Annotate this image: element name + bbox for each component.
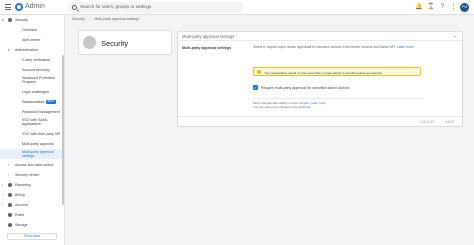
chevron-right-icon: › [8, 173, 10, 177]
sidebar-item-billing[interactable]: › Billing [0, 193, 63, 197]
sidebar-item-authentication[interactable]: ▾ Authentication [0, 48, 63, 52]
learn-more-link[interactable]: Learn more [397, 45, 414, 49]
chevron-right-icon: › [8, 163, 10, 167]
sidebar-item-reporting[interactable]: › Reporting [0, 183, 63, 187]
sidebar-item-sso-saml-2[interactable]: applications [0, 122, 63, 126]
sidebar-item-multi-party-approval[interactable]: Multi-party approval [0, 142, 63, 146]
change-note: Most changes take effect in a few minute… [253, 98, 423, 109]
cancel-button[interactable]: CANCEL [420, 120, 435, 124]
show-less-button[interactable]: Show less [7, 233, 57, 240]
sidebar-item-overview[interactable]: Overview [0, 28, 63, 32]
sidebar-item-mpa-settings[interactable]: Multi-party approval settings [0, 149, 63, 159]
avatar[interactable]: PM [460, 3, 469, 12]
menu-icon[interactable] [5, 4, 11, 10]
top-bar: Admin Search for users, groups or settin… [0, 0, 474, 15]
panel-header[interactable]: Multi-party approval settings ︿ [178, 32, 462, 41]
apps-icon[interactable]: ⋮ [450, 4, 457, 11]
search-icon[interactable] [72, 4, 77, 10]
billing-icon [8, 193, 12, 197]
require-approval-checkbox[interactable]: ✓ [253, 85, 258, 90]
breadcrumb-security[interactable]: Security [72, 17, 85, 21]
sidebar-item-2sv[interactable]: 2-step verification [0, 58, 63, 62]
storage-icon [8, 223, 12, 227]
learn-more-link-2[interactable]: Learn more [311, 101, 326, 105]
security-card: Security [78, 30, 172, 55]
checkbox-label[interactable]: Require multi-party approval for sensiti… [261, 86, 350, 90]
breadcrumb-current: Multi-party approval settings [94, 17, 140, 21]
sidebar: ▾ Security Overview Alert center ▾ Authent… [0, 15, 65, 245]
sidebar-item-rules[interactable]: Rules [0, 213, 63, 217]
warning-icon: ! [257, 70, 261, 74]
security-shield-icon [83, 36, 96, 49]
panel-title: Multi-party approval settings [182, 34, 235, 39]
chevron-up-icon[interactable]: ︿ [453, 33, 457, 39]
chevron-right-icon: › [88, 17, 91, 21]
help-icon[interactable]: ? [439, 4, 446, 11]
sidebar-item-security-center[interactable]: › Security center [0, 173, 63, 177]
account-icon [8, 203, 12, 207]
chevron-down-icon: ▾ [8, 48, 10, 52]
sidebar-item-security[interactable]: ▾ Security [0, 18, 63, 22]
chevron-right-icon: › [2, 193, 4, 197]
warning-text: Your organization needs to have more tha… [264, 70, 383, 75]
field-label: Multi-party approval settings [182, 46, 232, 50]
save-button[interactable]: SAVE [445, 120, 455, 124]
search-bar[interactable]: Search for users, groups or settings [68, 2, 243, 13]
beta-badge: BETA [46, 100, 56, 105]
warning-banner: ! Your organization needs to have more t… [253, 67, 421, 76]
sidebar-item-password-management[interactable]: Password management [0, 110, 63, 114]
chevron-right-icon: › [2, 183, 4, 187]
search-input[interactable]: Search for users, groups or settings [80, 4, 151, 9]
breadcrumb: Security › Multi-party approval settings [72, 17, 139, 21]
chart-icon [8, 183, 12, 187]
sidebar-item-alert-center[interactable]: Alert center [0, 38, 63, 42]
chevron-down-icon: ▾ [2, 18, 4, 22]
admin-logo[interactable] [15, 3, 23, 11]
settings-panel: Multi-party approval settings ︿ Multi-pa… [177, 31, 463, 127]
sidebar-scrollbar[interactable] [62, 55, 64, 205]
security-card-title: Security [101, 39, 129, 48]
bell-icon[interactable]: 🔔 [415, 4, 422, 11]
sidebar-item-access-data-control[interactable]: › Access and data control [0, 163, 63, 167]
app-title[interactable]: Admin [25, 3, 45, 10]
setting-description: Select to require super admin approvals … [253, 45, 414, 49]
sidebar-item-sso-third-party[interactable]: SSO with third party IdP [0, 132, 63, 136]
audit-log-link[interactable]: Audit log [298, 105, 310, 109]
sidebar-item-passwordless[interactable]: Passwordless BETA [0, 100, 63, 105]
shield-icon [8, 18, 12, 22]
chevron-right-icon: › [2, 203, 4, 207]
hourglass-icon[interactable]: ⌛ [427, 4, 434, 11]
panel-footer: CANCEL SAVE [178, 116, 462, 127]
rules-icon [8, 213, 12, 217]
sidebar-item-account[interactable]: › Account [0, 203, 63, 207]
sidebar-item-storage[interactable]: Storage [0, 223, 63, 227]
sidebar-item-login-challenges[interactable]: Login challenges [0, 90, 63, 94]
sidebar-item-advanced-protection-2[interactable]: Program [0, 80, 63, 84]
sidebar-item-account-recovery[interactable]: Account recovery [0, 68, 63, 72]
